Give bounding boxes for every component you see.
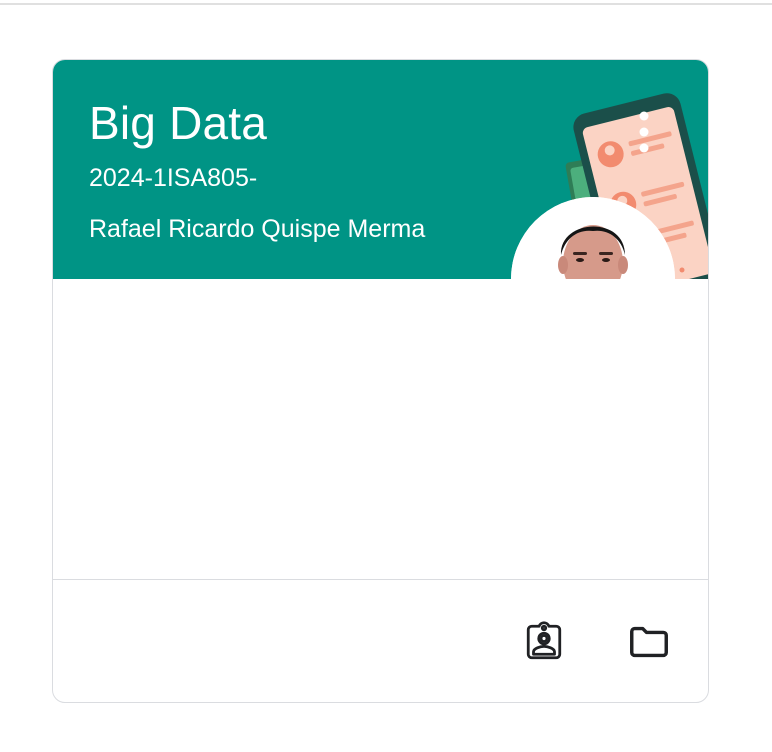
- open-your-work-button[interactable]: [520, 618, 568, 666]
- course-title[interactable]: Big Data: [89, 96, 267, 150]
- course-card[interactable]: Big Data 2024-1ISA805- Rafael Ricardo Qu…: [52, 59, 709, 703]
- top-divider: [0, 3, 772, 5]
- course-card-body: [53, 279, 708, 579]
- course-section[interactable]: 2024-1ISA805-: [89, 164, 257, 193]
- assignment-ind-icon: [526, 621, 562, 660]
- course-teacher-name: Rafael Ricardo Quispe Merma: [89, 215, 426, 243]
- open-folder-button[interactable]: [625, 618, 673, 666]
- folder-icon: [630, 626, 668, 658]
- course-card-footer: [53, 580, 708, 702]
